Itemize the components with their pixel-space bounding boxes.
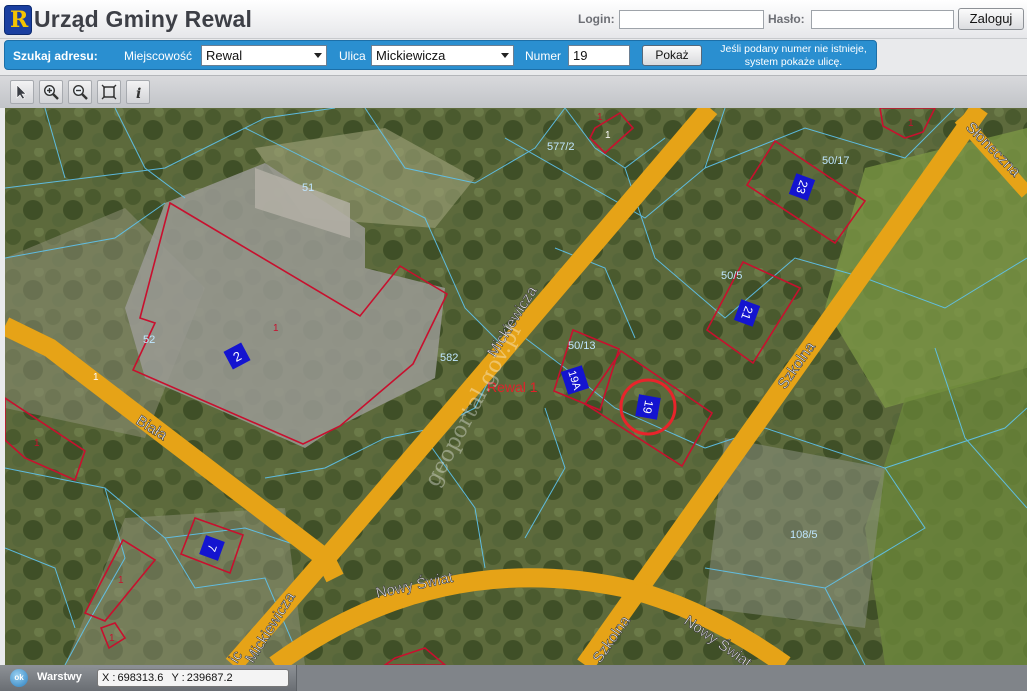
street-select[interactable]: Mickiewicza <box>371 45 514 66</box>
parcel-number: 108/5 <box>790 529 818 541</box>
select-pointer-icon[interactable] <box>10 80 34 104</box>
map-canvas[interactable]: 2 19A 19 21 23 7 1 1 1 1 1 1 1 1 51 52 5… <box>5 108 1027 665</box>
search-label: Szukaj adresu: <box>13 49 98 63</box>
x-label: X : <box>102 672 116 684</box>
password-label: Hasło: <box>768 12 805 26</box>
status-panel <box>296 665 1027 691</box>
chevron-down-icon <box>501 53 509 58</box>
building-mark: 1 <box>605 130 611 141</box>
login-label: Login: <box>578 12 615 26</box>
login-input[interactable] <box>619 10 764 29</box>
hint-line-2: system pokaże ulicę. <box>744 56 843 68</box>
x-value: 698313.6 <box>117 672 164 684</box>
zoom-extent-icon[interactable] <box>97 80 121 104</box>
town-label: Miejscowość <box>124 49 193 63</box>
building-mark: 1 <box>93 372 99 383</box>
password-input[interactable] <box>811 10 954 29</box>
town-select[interactable]: Rewal <box>201 45 327 66</box>
parcel-number: 577/2 <box>547 141 575 153</box>
number-input[interactable]: 19 <box>568 45 630 66</box>
parcel-number: 50/13 <box>568 340 596 352</box>
address-search-bar: Szukaj adresu: Miejscowość Rewal Ulica M… <box>4 40 877 70</box>
chevron-down-icon <box>314 53 322 58</box>
logo-letter: R <box>10 7 29 33</box>
coordinates-readout: X :698313.6 Y :239687.2 <box>97 669 289 687</box>
number-label: Numer <box>525 49 562 63</box>
building-mark: 1 <box>34 438 40 449</box>
parcel-number: 50/5 <box>721 270 742 282</box>
parcel-number: 51 <box>302 182 314 194</box>
header-bar: R Urząd Gminy Rewal Login: Hasło: Zalogu… <box>0 0 1027 39</box>
parcel-number: 50/17 <box>822 155 850 167</box>
info-icon[interactable]: i <box>126 80 150 104</box>
parcel-number: 582 <box>440 352 458 364</box>
town-select-value: Rewal <box>206 48 243 63</box>
building-mark: 1 <box>908 118 914 129</box>
search-hint: Jeśli podany numer nie istnieje, system p… <box>711 43 876 69</box>
building-mark: 1 <box>273 323 279 334</box>
orthophoto-map[interactable]: 2 19A 19 21 23 7 1 1 1 1 1 1 1 1 51 52 5… <box>5 108 1027 665</box>
show-button[interactable]: Pokaż <box>642 45 702 66</box>
hint-line-1: Jeśli podany numer nie istnieje, <box>720 43 867 55</box>
zoom-out-icon[interactable] <box>68 80 92 104</box>
y-label: Y : <box>171 672 185 684</box>
building-mark: 1 <box>118 575 124 586</box>
info-glyph: i <box>136 86 141 100</box>
zoom-in-icon[interactable] <box>39 80 63 104</box>
layers-button[interactable]: Warstwy <box>37 671 82 683</box>
app-title: Urząd Gminy Rewal <box>34 6 253 32</box>
street-label: Ulica <box>339 49 366 63</box>
logo-icon: R <box>4 5 32 35</box>
ok-icon[interactable]: ok <box>10 669 28 687</box>
y-value: 239687.2 <box>186 672 233 684</box>
building-mark: 1 <box>597 112 603 123</box>
parcel-number: 52 <box>143 334 155 346</box>
building-mark: 1 <box>109 633 115 644</box>
street-select-value: Mickiewicza <box>376 48 446 63</box>
status-bar: ok Warstwy X :698313.6 Y :239687.2 <box>0 665 1027 691</box>
building-number-19: 19 <box>640 399 656 415</box>
map-toolbar: i <box>0 75 1027 108</box>
login-button[interactable]: Zaloguj <box>958 8 1024 30</box>
